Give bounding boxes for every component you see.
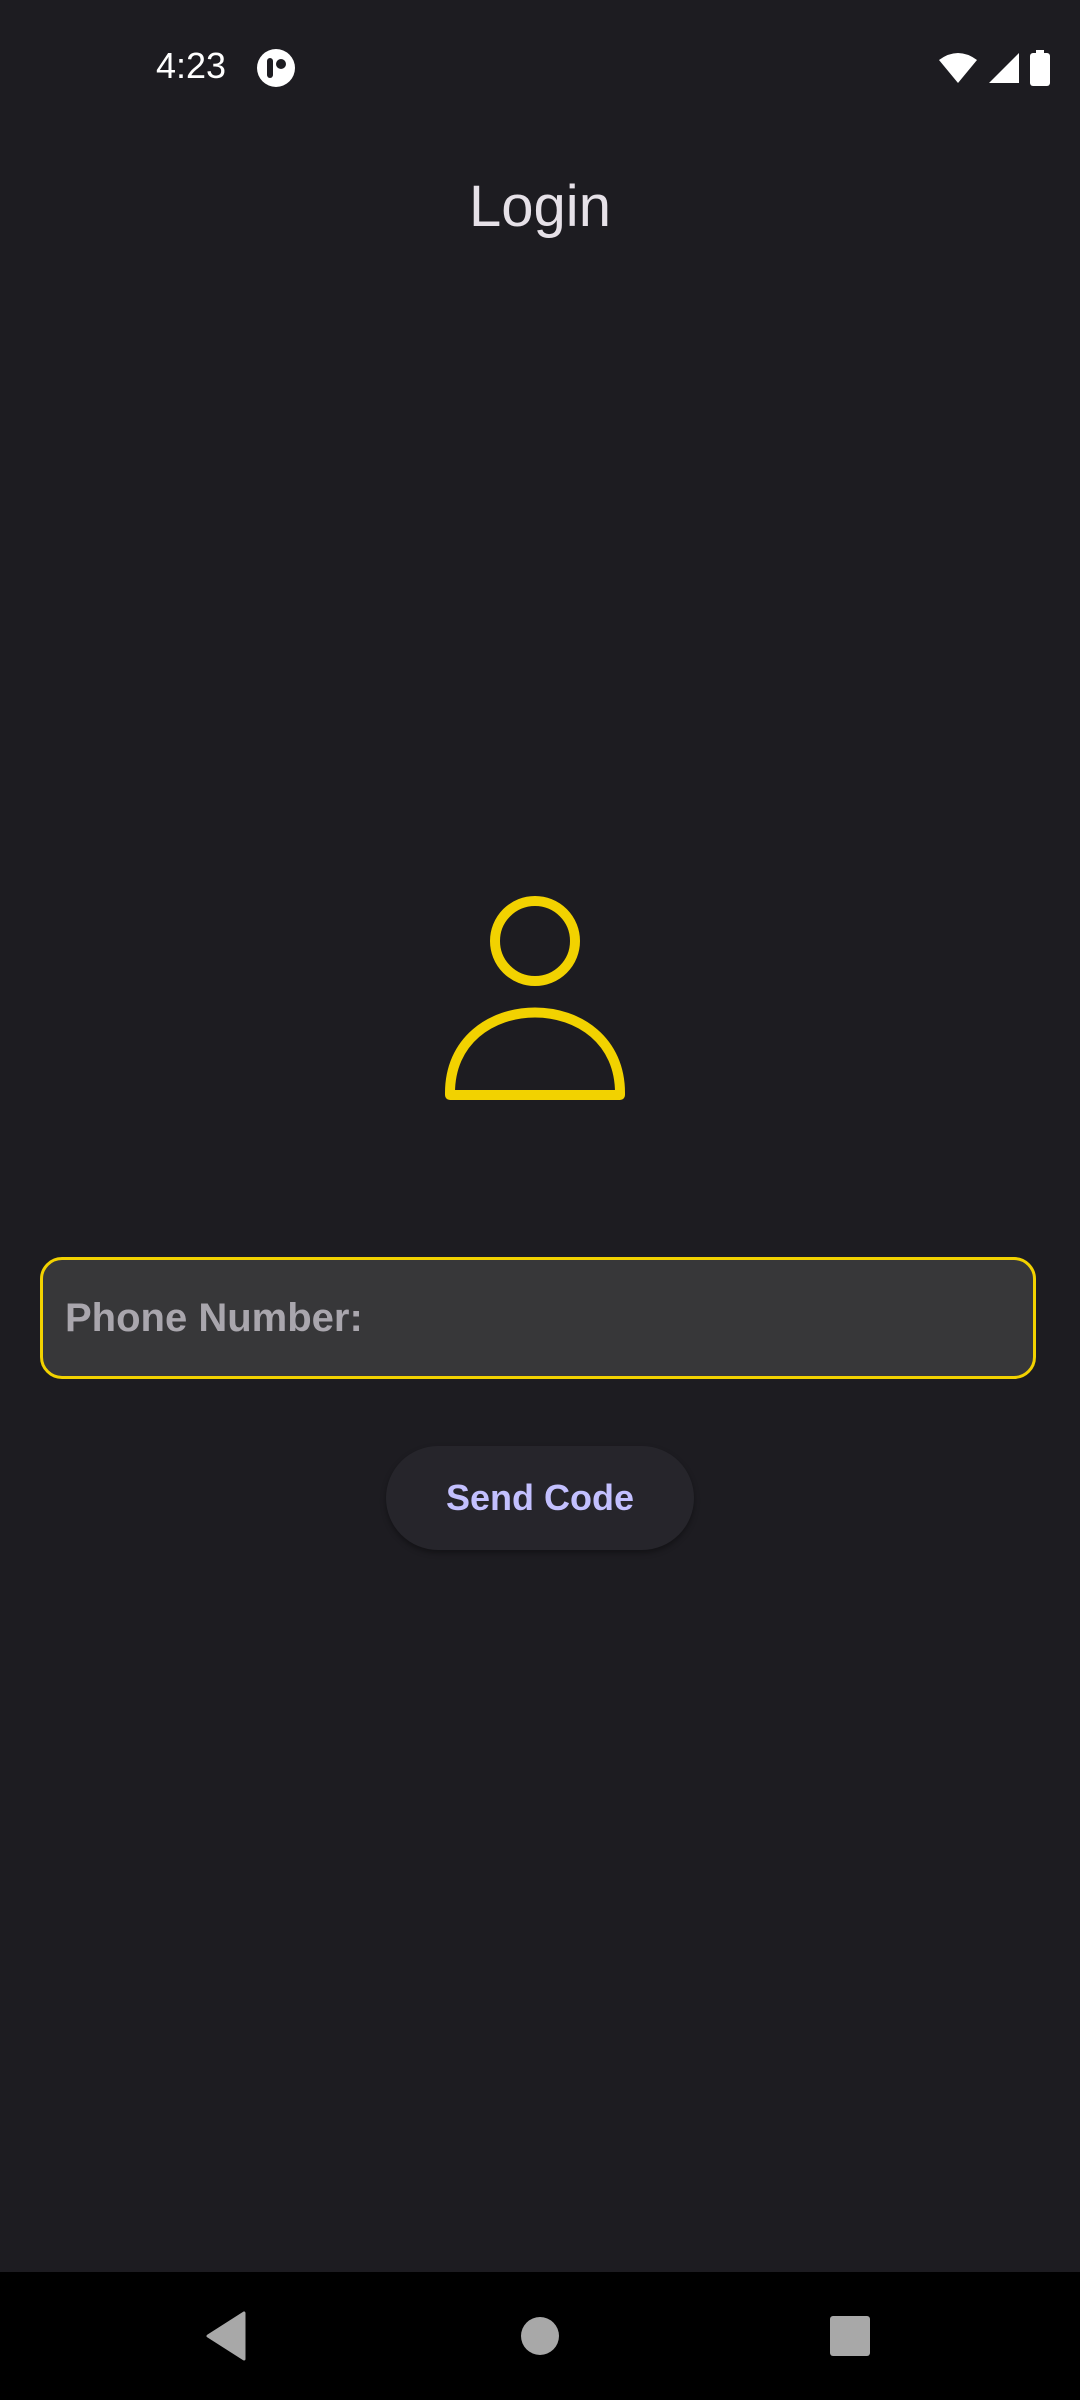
user-icon — [444, 896, 626, 1100]
cellular-signal-icon — [989, 53, 1019, 83]
recents-icon — [830, 2316, 870, 2356]
page-title: Login — [469, 174, 611, 239]
send-code-button[interactable]: Send Code — [386, 1446, 694, 1550]
navigation-bar — [0, 2272, 1080, 2400]
login-screen: 4:23 Login Send Code — [0, 0, 1080, 2400]
wifi-icon — [939, 53, 977, 83]
status-icons — [938, 48, 1050, 88]
phone-number-field[interactable] — [40, 1257, 1036, 1379]
app-notification-icon — [257, 49, 295, 87]
back-button[interactable] — [186, 2296, 266, 2376]
back-icon — [206, 2311, 246, 2361]
home-icon — [521, 2317, 559, 2355]
home-button[interactable] — [500, 2296, 580, 2376]
recents-button[interactable] — [810, 2296, 890, 2376]
status-time: 4:23 — [156, 45, 227, 86]
phone-number-input[interactable] — [65, 1260, 1005, 1376]
battery-icon — [1030, 50, 1050, 86]
status-bar: 4:23 — [0, 0, 1080, 135]
